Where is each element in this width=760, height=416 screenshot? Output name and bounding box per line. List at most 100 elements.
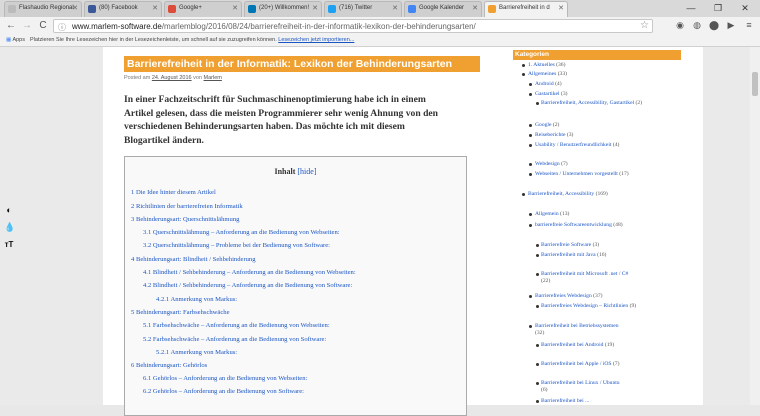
category-link[interactable]: Barrierefreiheit bei Android (19) (541, 342, 626, 349)
category-link[interactable]: Allgemein (13) (535, 211, 569, 218)
list-bullet (529, 93, 532, 96)
apps-button[interactable]: ▦ Apps (6, 37, 25, 43)
toc-hide-link[interactable]: [hide] (297, 167, 316, 176)
scrollbar-thumb[interactable] (752, 72, 758, 96)
category-link[interactable]: 1. Aktuelles (36) (528, 62, 565, 69)
extension-icon[interactable]: ◍ (691, 19, 703, 31)
category-label: Barrierefreies Webdesign (535, 293, 592, 299)
drop-icon[interactable]: 💧 (4, 222, 15, 232)
toc-item[interactable]: 4.2.1 Anmerkung von Markus: (156, 296, 237, 303)
close-tab-icon[interactable]: ✕ (152, 4, 158, 12)
apps-icon: ▦ (6, 37, 12, 43)
toc-item[interactable]: 4 Behinderungsart: Blindheit / Sehbehind… (131, 256, 256, 263)
category-label: Barrierefreiheit, Accessibility, Gastart… (541, 100, 635, 106)
toc-item[interactable]: 5.2.1 Anmerkung von Markus: (156, 349, 237, 356)
close-tab-icon[interactable]: ✕ (472, 4, 478, 12)
text-size-icon[interactable]: тT (4, 240, 14, 250)
toc-item[interactable]: 6.2 Gehörlos – Anforderung an die Bedien… (143, 388, 304, 395)
cast-icon[interactable]: ▶ (725, 19, 737, 31)
toc-item[interactable]: 6 Behinderungsart: Gehörlos (131, 362, 207, 369)
category-link[interactable]: Webseiten / Unternehmen vorgestellt (17) (535, 171, 653, 178)
close-tab-icon[interactable]: ✕ (312, 4, 318, 12)
category-link[interactable]: Barrierefreiheit bei Betriebssystemen (3… (535, 323, 625, 337)
category-link[interactable]: Barrierefreiheit, Accessibility, Gastart… (541, 100, 671, 107)
category-link[interactable]: Android (4) (535, 81, 562, 88)
category-count: (36) (556, 62, 566, 68)
category-label: Barrierefreiheit bei Android (541, 342, 604, 348)
category-link[interactable]: Google (2) (535, 122, 559, 129)
page-info-icon[interactable]: ⓘ (58, 22, 66, 33)
toc-item[interactable]: 5.2 Farbsehschwäche – Anforderung an die… (143, 336, 326, 343)
category-link[interactable]: Barrierefreiheit bei Apple / iOS (7) (541, 361, 626, 368)
category-link[interactable]: Gastartikel (3) (535, 91, 567, 98)
category-link[interactable]: Barrierefreiheit mit Microsoft .net / C#… (541, 271, 631, 285)
category-count: (17) (619, 171, 629, 177)
category-link[interactable]: barrierefreie Softwareentwicklung (48) (535, 222, 625, 229)
category-count: (9) (629, 303, 637, 309)
toc-item[interactable]: 2 Richtlinien der barrierefreien Informa… (131, 203, 243, 210)
category-link[interactable]: Barrierefreies Webdesign (37) (535, 293, 603, 300)
tab-calendar[interactable]: Google Kalender ✕ (404, 1, 482, 17)
contrast-icon[interactable]: ◐ (4, 205, 14, 215)
toc-item[interactable]: 4.1 Blindheit / Sehbehinderung – Anforde… (143, 269, 356, 276)
tab-label: (20+) Willkommen! (259, 5, 310, 11)
import-bookmarks-link[interactable]: Lesezeichen jetzt importieren... (278, 37, 354, 43)
tab-linkedin[interactable]: (20+) Willkommen! ✕ (244, 1, 322, 17)
category-count: (7) (561, 161, 568, 167)
close-tab-icon[interactable]: ✕ (558, 4, 564, 12)
toc-item[interactable]: 5 Behinderungsart: Farbsehschwäche (131, 309, 230, 316)
list-bullet (522, 73, 525, 76)
toc-item[interactable]: 1 Die Idee hinter diesem Artikel (131, 189, 216, 196)
tab-facebook[interactable]: (80) Facebook ✕ (84, 1, 162, 17)
post-title[interactable]: Barrierefreiheit in der Informatik: Lexi… (124, 56, 480, 72)
url-path: /marlemblog/2016/08/24/barrierefreiheit-… (161, 22, 476, 31)
toc-item[interactable]: 4.2 Blindheit / Sehbehinderung – Anforde… (143, 282, 352, 289)
toc-item[interactable]: 3.1 Querschnittslähmung – Anforderung an… (143, 229, 340, 236)
scrollbar[interactable] (750, 47, 760, 405)
category-link[interactable]: Reiseberichte (3) (535, 132, 573, 139)
tab-active-article[interactable]: Barrierefreiheit in d ✕ (484, 1, 568, 17)
close-tab-icon[interactable]: ✕ (232, 4, 238, 12)
back-button[interactable]: ← (4, 19, 18, 33)
close-tab-icon[interactable]: ✕ (72, 4, 78, 12)
category-link[interactable]: Allgemeines (33) (528, 71, 567, 78)
browser-toolbar: ← → C ⓘ www.marlem-software.de/marlemblo… (0, 17, 760, 35)
tab-flash[interactable]: Flashaudio Regional ✕ (4, 1, 82, 17)
tab-twitter[interactable]: (716) Twitter ✕ (324, 1, 402, 17)
category-count: (32) (535, 330, 545, 336)
post-author-link[interactable]: Marlem (204, 75, 222, 81)
toc-item[interactable]: 3.2 Querschnittslähmung – Probleme bei d… (143, 242, 330, 249)
toc-item[interactable]: 3 Behinderungsart: Querschnittslähmung (131, 216, 239, 223)
category-count: (6) (541, 387, 548, 393)
minimize-button[interactable]: — (678, 0, 704, 17)
toc-item[interactable]: 6.1 Gehörlos – Anforderung an die Bedien… (143, 375, 307, 382)
category-label: Android (535, 81, 554, 87)
forward-button[interactable]: → (20, 19, 34, 33)
category-link[interactable]: Barrierefreie Software (3) (541, 242, 599, 249)
menu-icon[interactable]: ≡ (743, 19, 755, 31)
category-link[interactable]: Usability / Benutzerfreundlichkeit (4) (535, 142, 635, 149)
category-link[interactable]: Barrierefreies Webdesign – Richtlinien (… (541, 303, 641, 310)
restore-button[interactable]: ❐ (705, 0, 731, 17)
category-link[interactable]: Barrierefreiheit bei ... (541, 398, 589, 405)
category-count: (4) (612, 142, 620, 148)
list-bullet (529, 224, 532, 227)
toc-item[interactable]: 5.1 Farbsehschwäche – Anforderung an die… (143, 322, 330, 329)
extension-icon[interactable]: ◉ (674, 19, 686, 31)
url-text: www.marlem-software.de/marlemblog/2016/0… (72, 22, 476, 31)
category-link[interactable]: Barrierefreiheit, Accessibility (169) (528, 191, 648, 198)
category-link[interactable]: Barrierefreiheit mit Java (16) (541, 252, 651, 259)
tab-label: Google Kalender (419, 5, 465, 11)
category-link[interactable]: Webdesign (7) (535, 161, 568, 168)
category-label: Barrierefreiheit bei Apple / iOS (541, 361, 612, 367)
close-window-button[interactable]: ✕ (732, 0, 758, 17)
tab-google-plus[interactable]: Google+ ✕ (164, 1, 242, 17)
post-date-link[interactable]: 24. August 2016 (152, 75, 192, 81)
bookmark-star-icon[interactable]: ☆ (640, 20, 649, 31)
reload-button[interactable]: C (36, 19, 50, 33)
close-tab-icon[interactable]: ✕ (392, 4, 398, 12)
address-bar[interactable]: ⓘ www.marlem-software.de/marlemblog/2016… (53, 19, 653, 33)
category-label: Barrierefreiheit bei ... (541, 398, 590, 404)
extension-icon[interactable]: ⬤ (708, 19, 720, 31)
category-link[interactable]: Barrierefreiheit bei Linux / Ubuntu (6) (541, 380, 626, 394)
